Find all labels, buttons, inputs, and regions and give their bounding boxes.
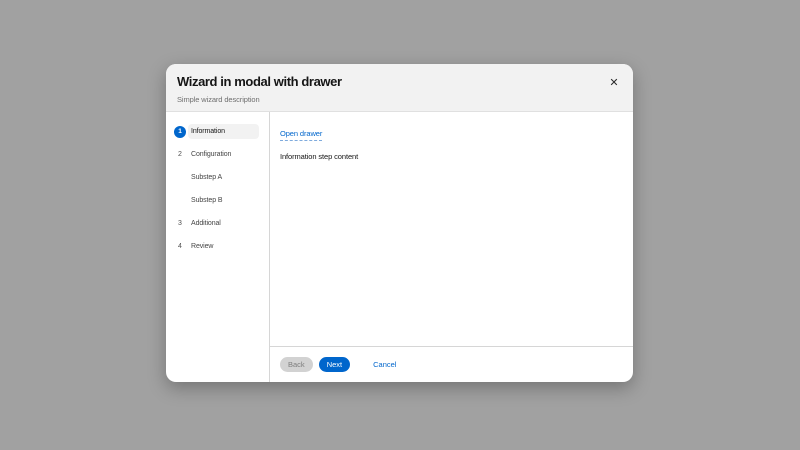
modal-title: Wizard in modal with drawer bbox=[177, 74, 342, 89]
next-button[interactable]: Next bbox=[318, 357, 351, 372]
step-label: Review bbox=[191, 243, 214, 250]
step-number bbox=[174, 195, 186, 207]
step-number bbox=[174, 172, 186, 184]
wizard-substep-a[interactable]: Substep A bbox=[166, 166, 269, 189]
close-icon[interactable]: ✕ bbox=[606, 75, 622, 91]
wizard-step-nav: 1 Information 2 Configuration Substep A … bbox=[166, 112, 270, 382]
step-content-area: Open drawer Information step content bbox=[270, 112, 633, 346]
step-number-badge: 1 bbox=[174, 125, 186, 138]
step-number: 4 bbox=[178, 242, 182, 250]
wizard-step-review[interactable]: 4 Review bbox=[166, 235, 269, 258]
step-content-text: Information step content bbox=[280, 152, 359, 161]
step-number: 2 bbox=[178, 150, 182, 158]
wizard-footer: Back Next Cancel bbox=[270, 346, 633, 382]
step-label: Information bbox=[188, 124, 259, 139]
modal-description: Simple wizard description bbox=[177, 95, 260, 105]
step-label: Configuration bbox=[191, 151, 232, 158]
wizard-main-column: Open drawer Information step content Bac… bbox=[270, 112, 633, 382]
cancel-button[interactable]: Cancel bbox=[373, 360, 396, 369]
wizard-step-additional[interactable]: 3 Additional bbox=[166, 212, 269, 235]
step-label: Substep A bbox=[191, 174, 223, 181]
wizard-step-information[interactable]: 1 Information bbox=[166, 120, 269, 143]
step-label: Additional bbox=[191, 220, 221, 227]
back-button[interactable]: Back bbox=[280, 357, 313, 372]
step-number: 3 bbox=[178, 219, 182, 227]
modal-body: 1 Information 2 Configuration Substep A … bbox=[166, 112, 633, 382]
wizard-modal: Wizard in modal with drawer Simple wizar… bbox=[166, 64, 633, 382]
modal-header: Wizard in modal with drawer Simple wizar… bbox=[166, 64, 633, 112]
wizard-substep-b[interactable]: Substep B bbox=[166, 189, 269, 212]
wizard-step-configuration[interactable]: 2 Configuration bbox=[166, 143, 269, 166]
open-drawer-link[interactable]: Open drawer bbox=[280, 129, 322, 141]
step-label: Substep B bbox=[191, 197, 223, 204]
